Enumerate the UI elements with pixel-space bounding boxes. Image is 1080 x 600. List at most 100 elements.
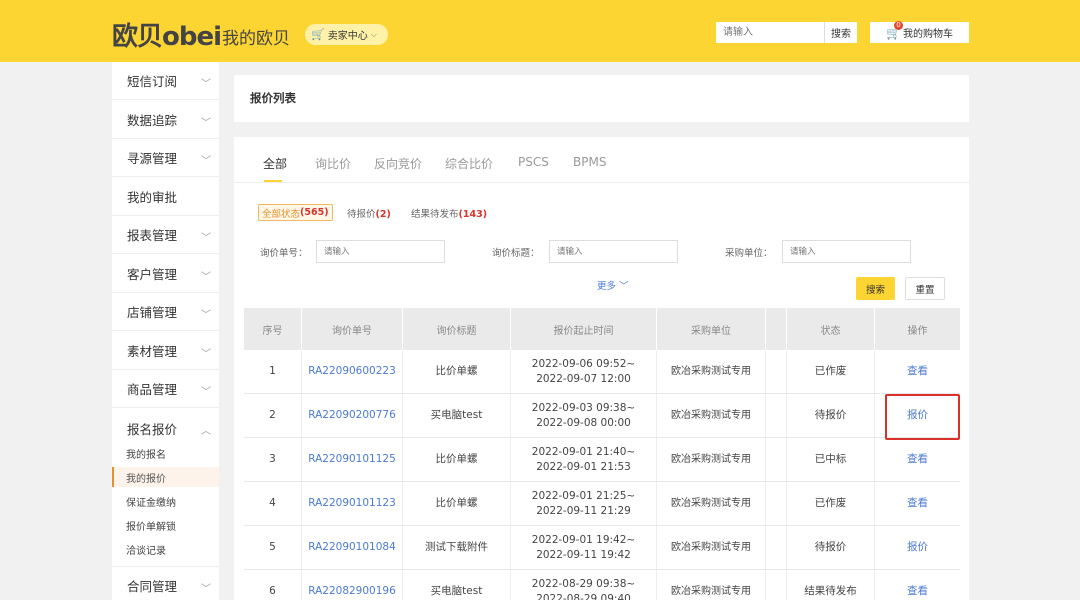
cell-buyer: 欧冶采购测试专用 bbox=[657, 482, 766, 525]
time-end: 2022-09-08 00:00 bbox=[536, 416, 631, 429]
cell-time: 2022-08-29 09:38~ 2022-08-29 09:40 bbox=[511, 570, 657, 600]
tab-pscs[interactable]: PSCS bbox=[518, 155, 549, 169]
cell-buyer: 欧冶采购测试专用 bbox=[657, 526, 766, 569]
view-link[interactable]: 查看 bbox=[875, 570, 960, 600]
sidebar-item-label: 客户管理 bbox=[127, 267, 178, 282]
tab-inquiry-comparison[interactable]: 询比价 bbox=[315, 155, 351, 172]
sidebar-item-customers[interactable]: 客户管理 ﹀ bbox=[112, 255, 219, 293]
sidebar-item-quotation[interactable]: 报名报价 ︿ bbox=[112, 409, 219, 447]
cell-extra bbox=[766, 482, 787, 525]
inquiry-number-link[interactable]: RA22082900196 bbox=[302, 570, 403, 600]
cell-time: 2022-09-01 21:25~ 2022-09-11 21:29 bbox=[511, 482, 657, 525]
header-search-input[interactable] bbox=[716, 22, 824, 43]
obei-logo[interactable]: 欧贝obei bbox=[112, 16, 222, 53]
table-row: 6 RA22082900196 买电脑test 2022-08-29 09:38… bbox=[244, 570, 960, 600]
status-filter-pending-quote[interactable]: 待报价(2) bbox=[347, 206, 391, 220]
cell-no: 2 bbox=[244, 394, 302, 437]
time-start: 2022-09-03 09:38~ bbox=[531, 402, 636, 415]
col-quote-time: 报价起止时间 bbox=[511, 308, 657, 350]
cell-time: 2022-09-06 09:52~ 2022-09-07 12:00 bbox=[511, 350, 657, 393]
cell-buyer: 欧冶采购测试专用 bbox=[657, 394, 766, 437]
status-filter-count: (565) bbox=[300, 207, 329, 218]
cell-status: 待报价 bbox=[787, 394, 875, 437]
header-search-button[interactable]: 搜索 bbox=[824, 22, 857, 43]
col-status: 状态 bbox=[787, 308, 875, 350]
tab-all[interactable]: 全部 bbox=[263, 155, 287, 172]
more-label: 更多 bbox=[597, 281, 617, 292]
sidebar-item-label: 报名报价 bbox=[127, 421, 178, 437]
status-filter-all[interactable]: 全部状态 (565) bbox=[258, 204, 333, 221]
col-no: 序号 bbox=[244, 308, 302, 350]
status-filter-count: (2) bbox=[375, 209, 391, 220]
inquiry-number-link[interactable]: RA22090101123 bbox=[302, 482, 403, 525]
reset-button[interactable]: 重置 bbox=[905, 277, 945, 300]
tab-reverse-auction[interactable]: 反向竞价 bbox=[374, 155, 422, 172]
sidebar-item-data-tracking[interactable]: 数据追踪 ﹀ bbox=[112, 101, 219, 139]
more-filters-toggle[interactable]: 更多 ﹀ bbox=[597, 278, 629, 292]
search-button[interactable]: 搜索 bbox=[856, 277, 895, 300]
buyer-input[interactable] bbox=[782, 240, 911, 263]
status-filter-result-pending[interactable]: 结果待发布(143) bbox=[411, 206, 487, 220]
sidebar-sub-my-registration[interactable]: 我的报名 bbox=[112, 443, 219, 463]
sidebar: 短信订阅 ﹀ 数据追踪 ﹀ 寻源管理 ﹀ 我的审批 报表管理 ﹀ 客户管理 ﹀ 店铺管理 ﹀… bbox=[112, 62, 219, 600]
cart-count-badge: 0 bbox=[894, 20, 904, 30]
sidebar-sub-my-quotes[interactable]: 我的报价 bbox=[112, 467, 219, 487]
chevron-down-icon: ﹀ bbox=[201, 118, 211, 129]
top-header: 欧贝obei 我的欧贝 🛒 卖家中心 ⌵ 搜索 🛒0 我的购物车 bbox=[0, 0, 1080, 62]
chevron-up-icon: ︿ bbox=[201, 426, 211, 437]
chevron-down-icon: ⌵ bbox=[370, 29, 377, 39]
sidebar-item-approval[interactable]: 我的审批 bbox=[112, 178, 219, 216]
sidebar-item-sms-subscription[interactable]: 短信订阅 ﹀ bbox=[112, 62, 219, 100]
cell-no: 4 bbox=[244, 482, 302, 525]
sidebar-item-reports[interactable]: 报表管理 ﹀ bbox=[112, 216, 219, 254]
sidebar-sub-quote-unlock[interactable]: 报价单解锁 bbox=[112, 515, 219, 535]
inquiry-number-input[interactable] bbox=[316, 240, 445, 263]
inquiry-title-input[interactable] bbox=[549, 240, 678, 263]
sidebar-item-label: 寻源管理 bbox=[127, 151, 178, 166]
cell-time: 2022-09-01 21:40~ 2022-09-01 21:53 bbox=[511, 438, 657, 481]
inquiry-number-link[interactable]: RA22090101125 bbox=[302, 438, 403, 481]
cell-status: 已中标 bbox=[787, 438, 875, 481]
chevron-down-icon: ﹀ bbox=[201, 156, 211, 167]
inquiry-number-link[interactable]: RA22090101084 bbox=[302, 526, 403, 569]
sidebar-sub-deposit[interactable]: 保证金缴纳 bbox=[112, 491, 219, 511]
quote-link[interactable]: 报价 bbox=[875, 394, 960, 437]
seller-center-dropdown[interactable]: 🛒 卖家中心 ⌵ bbox=[305, 24, 388, 45]
inquiry-number-link[interactable]: RA22090200776 bbox=[302, 394, 403, 437]
sidebar-item-store[interactable]: 店铺管理 ﹀ bbox=[112, 293, 219, 331]
sidebar-item-materials[interactable]: 素材管理 ﹀ bbox=[112, 332, 219, 370]
view-link[interactable]: 查看 bbox=[875, 438, 960, 481]
time-start: 2022-09-01 21:40~ bbox=[531, 446, 636, 459]
tabs-divider bbox=[234, 182, 969, 183]
sidebar-sub-negotiation-records[interactable]: 洽谈记录 bbox=[112, 539, 219, 559]
cell-buyer: 欧冶采购测试专用 bbox=[657, 350, 766, 393]
cell-status: 已作废 bbox=[787, 350, 875, 393]
sidebar-item-label: 我的审批 bbox=[127, 190, 178, 205]
cell-status: 已作废 bbox=[787, 482, 875, 525]
chevron-down-icon: ﹀ bbox=[201, 233, 211, 244]
status-filter-label: 结果待发布 bbox=[411, 209, 459, 220]
cell-time: 2022-09-01 19:42~ 2022-09-11 19:42 bbox=[511, 526, 657, 569]
sidebar-item-sourcing[interactable]: 寻源管理 ﹀ bbox=[112, 139, 219, 177]
my-cart-button[interactable]: 🛒 0 我的购物车 bbox=[870, 20, 969, 43]
time-end: 2022-09-11 21:29 bbox=[536, 504, 631, 517]
cart-icon: 🛒 0 bbox=[886, 20, 904, 40]
cell-extra bbox=[766, 526, 787, 569]
title-card: 报价列表 bbox=[234, 75, 969, 122]
quote-link[interactable]: 报价 bbox=[875, 526, 960, 569]
sidebar-item-contracts[interactable]: 合同管理 ﹀ bbox=[112, 566, 219, 600]
header-subtitle: 我的欧贝 bbox=[222, 29, 290, 49]
sidebar-item-products[interactable]: 商品管理 ﹀ bbox=[112, 370, 219, 408]
chevron-down-icon: ﹀ bbox=[201, 387, 211, 398]
cell-title: 比价单螺 bbox=[403, 482, 511, 525]
tab-bpms[interactable]: BPMS bbox=[573, 155, 606, 169]
view-link[interactable]: 查看 bbox=[875, 350, 960, 393]
tab-comprehensive-comparison[interactable]: 综合比价 bbox=[445, 155, 493, 172]
sidebar-item-label: 素材管理 bbox=[127, 344, 178, 359]
view-link[interactable]: 查看 bbox=[875, 482, 960, 525]
sidebar-item-label: 短信订阅 bbox=[127, 74, 178, 89]
cell-extra bbox=[766, 438, 787, 481]
inquiry-number-link[interactable]: RA22090600223 bbox=[302, 350, 403, 393]
table-row: 4 RA22090101123 比价单螺 2022-09-01 21:25~ 20… bbox=[244, 482, 960, 526]
page-title: 报价列表 bbox=[250, 91, 296, 105]
